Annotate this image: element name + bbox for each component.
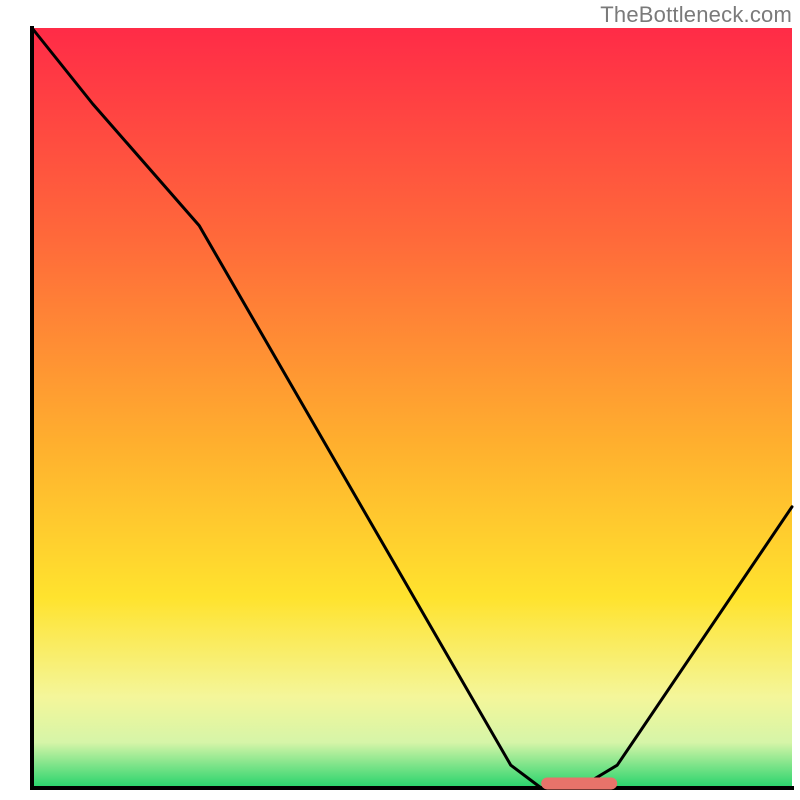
optimal-range-marker <box>541 777 617 789</box>
chart-container: TheBottleneck.com <box>0 0 800 800</box>
watermark-text: TheBottleneck.com <box>600 2 792 28</box>
bottleneck-chart <box>0 0 800 800</box>
